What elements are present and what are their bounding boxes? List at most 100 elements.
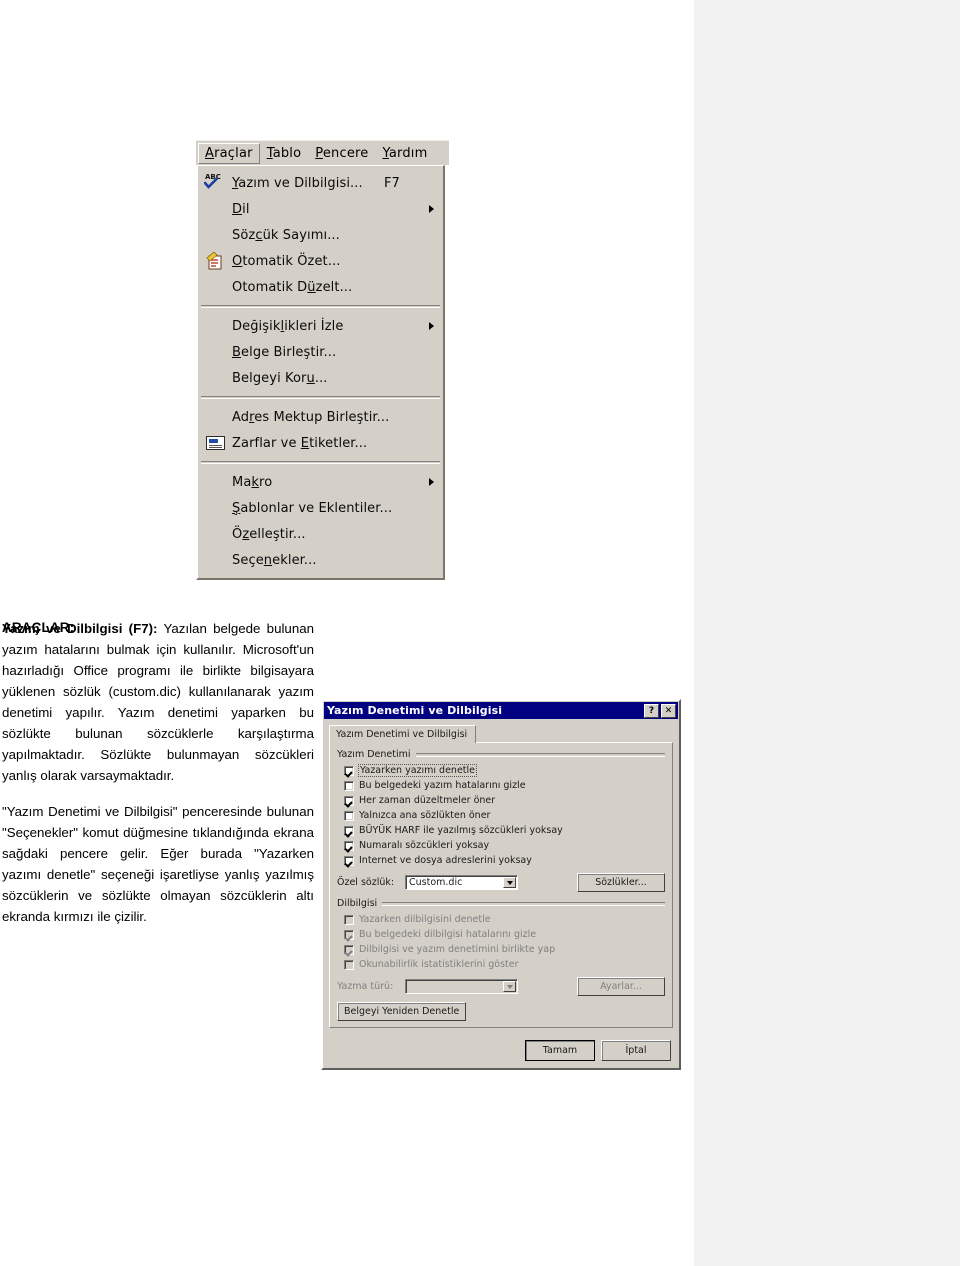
spelling-and-grammar-options-dialog[interactable]: Yazım Denetimi ve Dilbilgisi ? ✕ Yazım D… <box>321 699 681 1070</box>
menu-item-no-icon <box>202 316 228 336</box>
menu-item-label: Otomatik Düzelt... <box>232 279 353 295</box>
dictionaries-button[interactable]: Sözlükler... <box>577 873 665 892</box>
menu-item--zelle-tir[interactable]: Özelleştir... <box>198 521 443 547</box>
menu-item-label: Şablonlar ve Eklentiler... <box>232 500 393 516</box>
checkbox-row[interactable]: Bu belgedeki dilbilgisi hatalarını gizle <box>337 927 665 942</box>
custom-dictionary-row: Özel sözlük: Custom.dic Sözlükler... <box>337 873 665 892</box>
checkbox-unchecked-icon[interactable] <box>344 780 354 791</box>
menu-item-se-enekler[interactable]: Seçenekler... <box>198 547 443 573</box>
spelling-group-label: Yazım Denetimi <box>337 749 411 760</box>
menubar: Araçlar Tablo Pencere Yardım <box>196 140 449 165</box>
menubar-item-aralar[interactable]: Araçlar <box>198 142 260 164</box>
checkbox-checked-icon[interactable] <box>344 944 354 955</box>
checkbox-row[interactable]: Internet ve dosya adreslerini yoksay <box>337 853 665 868</box>
menubar-item-label: Araçlar <box>205 145 253 161</box>
menu-item-no-icon <box>202 342 228 362</box>
menu-separator <box>201 461 440 464</box>
dialog-titlebar[interactable]: Yazım Denetimi ve Dilbilgisi ? ✕ <box>324 702 678 719</box>
checkbox-row[interactable]: BÜYÜK HARF ile yazılmış sözcükleri yoksa… <box>337 823 665 838</box>
cancel-button[interactable]: İptal <box>601 1040 671 1061</box>
checkbox-label: Her zaman düzeltmeler öner <box>359 795 496 806</box>
writing-style-combobox[interactable] <box>405 979 518 994</box>
checkbox-row[interactable]: Dilbilgisi ve yazım denetimini birlikte … <box>337 942 665 957</box>
checkbox-checked-icon[interactable] <box>344 795 354 806</box>
checkbox-label: Okunabilirlik istatistiklerini göster <box>359 959 519 970</box>
menu-item-otomatik-d-zelt[interactable]: Otomatik Düzelt... <box>198 274 443 300</box>
menu-separator <box>201 305 440 308</box>
checkbox-row[interactable]: Okunabilirlik istatistiklerini göster <box>337 957 665 972</box>
checkbox-unchecked-icon[interactable] <box>344 914 354 925</box>
checkbox-checked-icon[interactable] <box>344 840 354 851</box>
custom-dictionary-value: Custom.dic <box>409 877 463 888</box>
tab-spelling-and-grammar[interactable]: Yazım Denetimi ve Dilbilgisi <box>329 725 477 743</box>
tab-panel: Yazım Denetimi Yazarken yazımı denetle Bu… <box>329 742 673 1028</box>
help-icon[interactable]: ? <box>644 703 659 718</box>
group-divider <box>415 752 665 757</box>
grammar-group: Dilbilgisi Yazarken dilbilgisini denetle… <box>337 898 665 996</box>
checkbox-checked-icon[interactable] <box>344 765 354 776</box>
custom-dictionary-combobox[interactable]: Custom.dic <box>405 875 518 890</box>
menu-item-de-i-iklikleri-i-zle[interactable]: Değişiklikleri İzle <box>198 313 443 339</box>
menu-item-label: Sözcük Sayımı... <box>232 227 340 243</box>
checkbox-row[interactable]: Yazarken dilbilgisini denetle <box>337 912 665 927</box>
menu-item-label: Belgeyi Koru... <box>232 370 328 386</box>
paragraph-bold-lead: Yazım ve Dilbilgisi (F7): <box>2 621 158 636</box>
tools-dropdown-menu[interactable]: ABC Yazım ve Dilbilgisi... F7 Dil Sözcük Say… <box>196 165 445 580</box>
menu-item--ablonlar-ve-eklentiler[interactable]: Şablonlar ve Eklentiler... <box>198 495 443 521</box>
menubar-item-yardm[interactable]: Yardım <box>376 143 435 164</box>
checkbox-row[interactable]: Numaralı sözcükleri yoksay <box>337 838 665 853</box>
menu-item-no-icon <box>202 225 228 245</box>
chevron-down-icon[interactable] <box>503 981 516 992</box>
close-icon[interactable]: ✕ <box>661 703 676 718</box>
chevron-down-icon[interactable] <box>503 877 516 888</box>
menu-item-label: Seçenekler... <box>232 552 317 568</box>
checkbox-checked-icon[interactable] <box>344 929 354 940</box>
menu-item-label: Adres Mektup Birleştir... <box>232 409 390 425</box>
menu-item-otomatik-zet[interactable]: Otomatik Özet... <box>198 248 443 274</box>
menu-item-makro[interactable]: Makro <box>198 469 443 495</box>
checkbox-checked-icon[interactable] <box>344 825 354 836</box>
menu-item-no-icon <box>202 498 228 518</box>
checkbox-row[interactable]: Her zaman düzeltmeler öner <box>337 793 665 808</box>
menu-item-label: Yazım ve Dilbilgisi... <box>232 175 363 191</box>
checkbox-unchecked-icon[interactable] <box>344 810 354 821</box>
menu-item-label: Makro <box>232 474 273 490</box>
checkbox-row[interactable]: Bu belgedeki yazım hatalarını gizle <box>337 778 665 793</box>
menu-item-zarflar-ve-etiketler[interactable]: Zarflar ve Etiketler... <box>198 430 443 456</box>
menu-item-shortcut: F7 <box>384 175 400 191</box>
menu-item-belgeyi-koru[interactable]: Belgeyi Koru... <box>198 365 443 391</box>
checkbox-row[interactable]: Yalnızca ana sözlükten öner <box>337 808 665 823</box>
envelope-label-icon <box>202 433 228 453</box>
menubar-item-label: Pencere <box>315 145 369 161</box>
checkbox-row[interactable]: Yazarken yazımı denetle <box>337 763 665 778</box>
menu-item-dil[interactable]: Dil <box>198 196 443 222</box>
autosummarize-icon <box>202 251 228 271</box>
menubar-item-label: Yardım <box>382 145 428 161</box>
submenu-arrow-icon <box>429 322 434 330</box>
paragraph-text: "Yazım Denetimi ve Dilbilgisi" penceresi… <box>2 804 314 924</box>
menu-item-label: Değişiklikleri İzle <box>232 318 344 334</box>
menu-item-no-icon <box>202 550 228 570</box>
paragraph-spelling-intro: Yazım ve Dilbilgisi (F7): Yazılan belged… <box>0 618 316 786</box>
paragraph-options-window: "Yazım Denetimi ve Dilbilgisi" penceresi… <box>0 801 316 927</box>
menubar-item-tablo[interactable]: Tablo <box>260 143 309 164</box>
checkbox-checked-icon[interactable] <box>344 855 354 866</box>
menu-item-belge-birle-tir[interactable]: Belge Birleştir... <box>198 339 443 365</box>
page-right-margin-panel <box>694 0 960 1266</box>
menu-item-no-icon <box>202 472 228 492</box>
checkbox-label: Numaralı sözcükleri yoksay <box>359 840 490 851</box>
grammar-group-title: Dilbilgisi <box>337 898 665 909</box>
ok-button[interactable]: Tamam <box>525 1040 595 1061</box>
dialog-body: Yazım Denetimi ve Dilbilgisi Yazım Denet… <box>323 720 679 1033</box>
spelling-checkbox-list: Yazarken yazımı denetle Bu belgedeki yazı… <box>337 763 665 868</box>
grammar-checkbox-list: Yazarken dilbilgisini denetle Bu belgedek… <box>337 912 665 972</box>
checkbox-unchecked-icon[interactable] <box>344 959 354 970</box>
settings-button[interactable]: Ayarlar... <box>577 977 665 996</box>
menu-item-s-zc-k-say-m[interactable]: Sözcük Sayımı... <box>198 222 443 248</box>
recheck-document-button[interactable]: Belgeyi Yeniden Denetle <box>337 1002 467 1021</box>
spelling-group: Yazım Denetimi Yazarken yazımı denetle Bu… <box>337 749 665 892</box>
document-body-text: Yazım ve Dilbilgisi (F7): Yazılan belged… <box>0 618 316 942</box>
menubar-item-pencere[interactable]: Pencere <box>308 143 375 164</box>
menu-item-adres-mektup-birle-tir[interactable]: Adres Mektup Birleştir... <box>198 404 443 430</box>
menu-item-yaz-m-ve-dilbilgisi[interactable]: ABC Yazım ve Dilbilgisi... F7 <box>198 170 443 196</box>
